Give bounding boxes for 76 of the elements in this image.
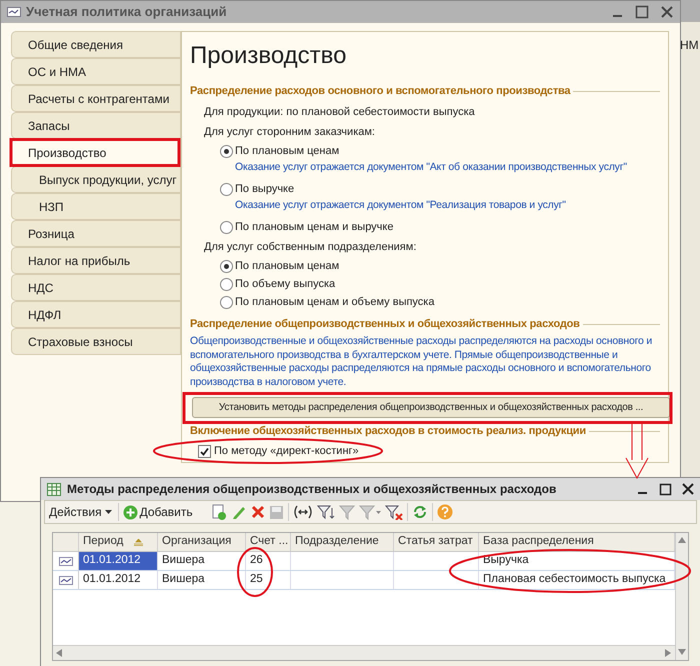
sidebar-item[interactable]: ОС и НМА [11,58,181,85]
radio-label: По плановым ценам и выручке [235,220,394,235]
pencil-icon[interactable] [230,504,247,520]
highlight-ellipse [237,547,273,597]
group-label: Для услуг собственным подразделениям: [203,240,418,256]
table-cell: 01.01.2012 [79,571,158,589]
checkbox-label: По методу «директ-костинг» [214,444,359,459]
radio-label: По выручке [235,182,294,197]
arrow [626,422,648,480]
info-text: Для продукции: по плановой себестоимости выпуска [203,104,476,120]
maximize-icon[interactable] [659,482,672,496]
horizontal-scrollbar[interactable] [53,645,675,660]
section-title: Распределение расходов основного и вспомогательного производства [190,84,570,99]
sidebar-item[interactable]: НЗП [11,193,181,220]
sidebar-item[interactable]: Выпуск продукции, услуг [11,166,181,193]
sidebar-item[interactable]: Расчеты с контрагентами [11,85,181,112]
clear-filter-icon[interactable] [384,504,403,520]
scroll-down-icon[interactable] [678,649,686,656]
column-header[interactable]: Организация [158,533,246,551]
table-cell: 26 [246,552,291,570]
radio-label: По плановым ценам [235,144,340,159]
sidebar-item[interactable]: Страховые взносы [11,328,181,355]
sidebar-item[interactable]: Запасы [11,112,181,139]
table-cell: 25 [246,571,291,589]
sidebar-item[interactable]: Налог на прибыль [11,247,181,274]
record-icon [58,576,72,584]
close-icon[interactable] [682,483,694,495]
vertical-scrollbar[interactable] [675,533,688,660]
radio-button[interactable] [220,278,233,290]
table-cell: Вишера [158,571,246,589]
record-icon [58,556,72,566]
radio-button[interactable] [220,260,233,272]
column-header[interactable]: Статья затрат [394,533,479,551]
column-header[interactable]: Подразделение [291,533,394,551]
sidebar-item[interactable]: Розница [11,220,181,247]
window-title: Методы распределения общепроизводственных и общехозяйственных расходов [67,481,558,498]
add-button[interactable]: Добавить [122,503,193,521]
plus-icon [122,504,138,520]
table-cell: Вишера [158,552,246,570]
column-header[interactable]: Период [79,533,158,551]
delete-icon[interactable] [250,505,265,519]
copy-document-icon[interactable] [210,504,227,520]
hint-text: Оказание услуг отражается документом "Реализация товаров и услуг" [235,198,566,213]
window-title: Учетная политика организаций [26,3,228,22]
sort-icon [133,538,144,546]
tab-text: НМ [680,37,700,54]
sidebar-item[interactable]: Общие сведения [11,31,181,58]
scroll-up-icon[interactable] [678,537,686,544]
scroll-left-icon[interactable] [56,649,63,657]
radio-label: По плановым ценам и объему выпуска [235,294,434,310]
group-label: Для услуг сторонним заказчикам: [203,125,376,140]
sidebar-item[interactable]: НДФЛ [11,301,181,328]
checkbox[interactable] [198,444,211,458]
radio-label: По плановым ценам [235,258,340,274]
actions-menu[interactable]: Действия [47,503,114,521]
radio-button[interactable] [220,220,233,234]
caret-icon [104,510,112,514]
column-header[interactable]: Счет ... [246,533,291,551]
scroll-right-icon[interactable] [665,649,672,657]
page-heading: Производство [190,41,348,71]
radio-button[interactable] [220,296,233,308]
action-button[interactable]: Установить методы распределения общепроизводственных и общехозяйственных расходов ... [192,397,670,418]
help-icon[interactable] [436,504,453,520]
sidebar-item[interactable]: НДС [11,274,181,301]
radio-button[interactable] [220,182,233,196]
refresh-icon[interactable] [412,504,428,520]
table-cell: 01.01.2012 [79,552,158,570]
filter-icon[interactable] [316,504,335,520]
hint-text: Оказание услуг отражается документом "Акт об оказании производственных услуг" [235,160,627,175]
description-text: Общепроизводственные и общехозяйственные расходы распределяются на расходы основного и вспомогательного производства в бухгалтерском учете. Прямые общепроизводственные и общехозяйственные расходы распределяются на прямые расходы основного и вспомогательного производства в налоговом учете. [190,335,654,389]
table-icon [47,482,61,496]
section-title: Распределение общепроизводственных и общехозяйственных расходов [190,316,580,332]
window-icon [7,7,21,17]
radio-button[interactable] [220,144,233,158]
radio-label: По объему выпуска [235,276,336,292]
section-title: Включение общехозяйственных расходов в стоимость реализ. продукции [190,424,586,439]
